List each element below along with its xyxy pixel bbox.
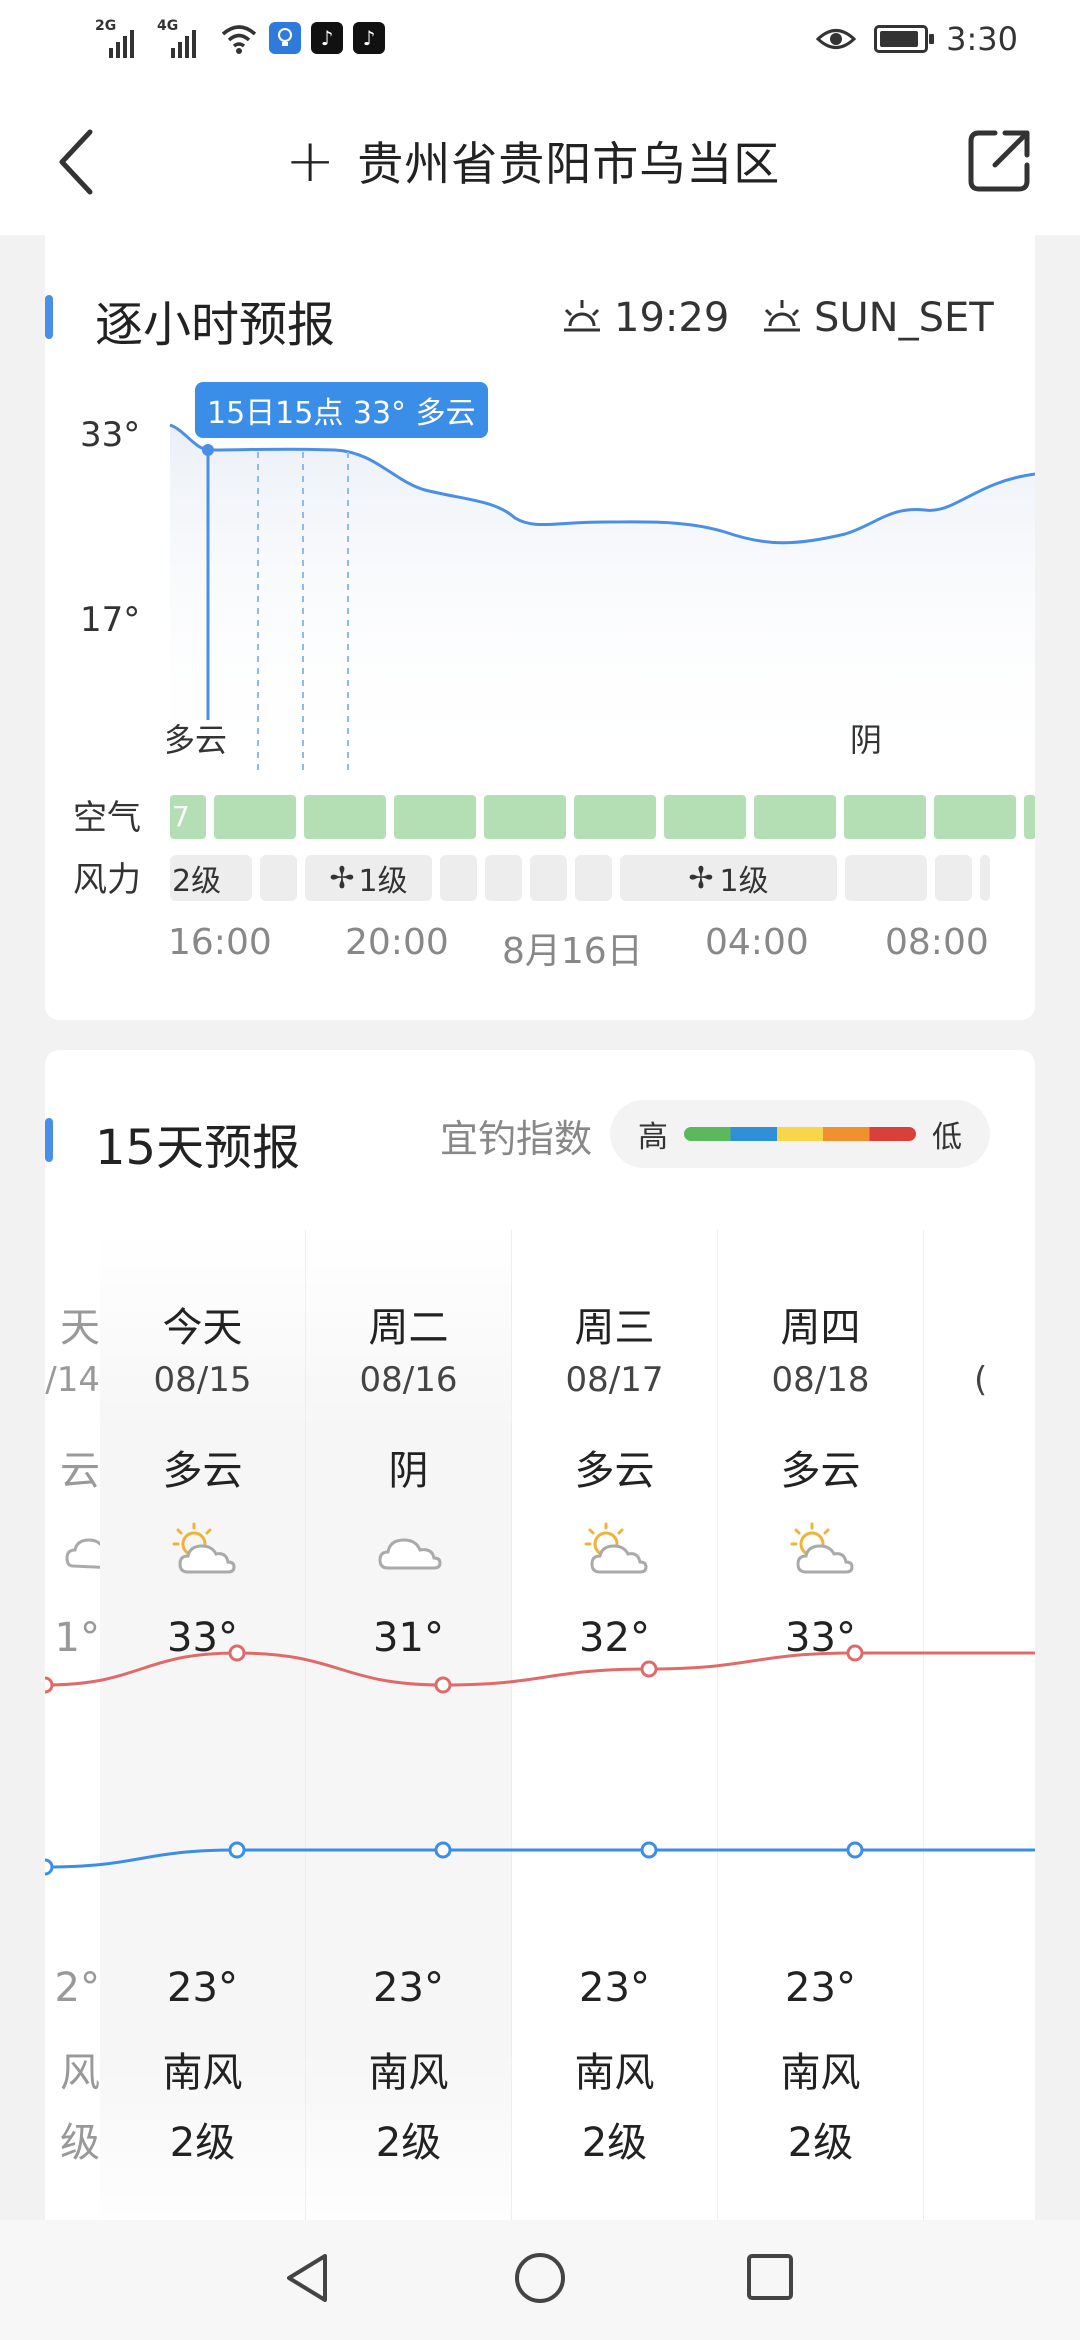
air-quality-cell	[664, 795, 746, 839]
wind-fan-icon: ✢	[329, 860, 355, 896]
wind-force-cell	[575, 855, 612, 901]
hour-time-label: 16:00	[168, 922, 272, 963]
wind-force-cell	[845, 855, 927, 901]
battery-icon	[874, 25, 935, 53]
wind-force-row: 2级 ✢ 1级 ✢ 1级	[170, 855, 990, 901]
location-title: 贵州省贵阳市乌当区	[357, 137, 781, 191]
wind-force-cell: ✢ 1级	[620, 855, 837, 901]
low-temp-point	[228, 1841, 246, 1859]
air-quality-cell	[394, 795, 476, 839]
recents-square-icon[interactable]	[745, 2252, 795, 2302]
air-quality-cell	[574, 795, 656, 839]
high-temp-point	[228, 1644, 246, 1662]
back-triangle-icon[interactable]	[283, 2250, 333, 2306]
selected-hour-tooltip: 15日15点 33° 多云	[195, 382, 488, 438]
tiktok-icon: ♪	[353, 22, 385, 54]
air-quality-cell	[844, 795, 926, 839]
tiktok-icon: ♪	[311, 22, 343, 54]
hour-time-label: 08:00	[885, 922, 989, 963]
air-quality-cell: 7	[170, 795, 206, 839]
low-temp-point	[640, 1841, 658, 1859]
wind-force-cell	[980, 855, 990, 901]
condition-label: 多云	[167, 721, 227, 759]
air-quality-cell	[1024, 795, 1035, 839]
air-quality-cell	[754, 795, 836, 839]
high-temp-line	[45, 1651, 1035, 1687]
status-icons-left: 2G 4G ♪ ♪	[95, 18, 385, 58]
status-icons-right: 3:30	[816, 20, 1018, 58]
wind-force-cell: 2级	[170, 855, 252, 901]
hour-time-label: 04:00	[705, 922, 809, 963]
wind-force-cell: ✢ 1级	[305, 855, 432, 901]
air-quality-cell	[934, 795, 1016, 839]
signal-icon: 4G	[157, 18, 209, 58]
hourly-forecast-card: 逐小时预报 19:29 SUN_SET 33° 17° 15日15点 33° 多…	[45, 200, 1035, 1020]
high-temp-point	[846, 1644, 864, 1662]
low-temp-point	[846, 1841, 864, 1859]
air-quality-cell	[304, 795, 386, 839]
home-circle-icon[interactable]	[512, 2250, 568, 2306]
wind-force-value: 1级	[358, 864, 408, 899]
add-location-icon[interactable]: +	[285, 131, 335, 191]
air-quality-cell	[214, 795, 296, 839]
system-nav-bar	[0, 2220, 1080, 2340]
bulb-app-icon	[269, 22, 301, 54]
air-quality-label: 空气	[73, 798, 141, 838]
selected-hour-point	[202, 444, 214, 456]
wind-fan-icon: ✢	[688, 860, 714, 896]
hour-time-label: 8月16日	[502, 931, 643, 972]
wind-force-cell	[935, 855, 972, 901]
wind-force-value: 1级	[719, 864, 769, 899]
high-temp-point	[45, 1676, 54, 1694]
wind-force-cell	[440, 855, 477, 901]
condition-label: 阴	[850, 721, 883, 759]
low-temp-line	[45, 1848, 1035, 1869]
low-temp-point	[45, 1858, 54, 1876]
air-quality-cell	[484, 795, 566, 839]
wifi-icon	[221, 25, 257, 54]
status-bar: 2G 4G ♪ ♪ 3:30	[0, 0, 1080, 90]
clock: 3:30	[946, 20, 1018, 58]
air-quality-row: 7	[170, 795, 1035, 839]
wind-force-cell	[485, 855, 522, 901]
daily-temp-chart	[45, 1644, 1035, 1876]
high-temp-point	[434, 1676, 452, 1694]
signal-icon: 2G	[95, 18, 147, 58]
eye-icon	[816, 29, 857, 49]
low-temp-point	[434, 1841, 452, 1859]
wind-force-label: 风力	[73, 860, 141, 900]
high-temp-point	[640, 1660, 658, 1678]
hourly-area	[170, 425, 1035, 780]
daily-forecast-card: 15天预报 宜钓指数 高 低 天 /14 云 1° 2° 风 级 今天 08/1…	[45, 1050, 1035, 2250]
wind-force-cell	[260, 855, 297, 901]
share-button[interactable]	[965, 125, 1035, 195]
location-title-wrap[interactable]: + 贵州省贵阳市乌当区	[285, 128, 780, 194]
hourly-temp-chart	[169, 423, 1035, 780]
back-button[interactable]	[50, 122, 110, 202]
hour-time-label: 20:00	[345, 922, 449, 963]
wind-force-cell	[530, 855, 567, 901]
